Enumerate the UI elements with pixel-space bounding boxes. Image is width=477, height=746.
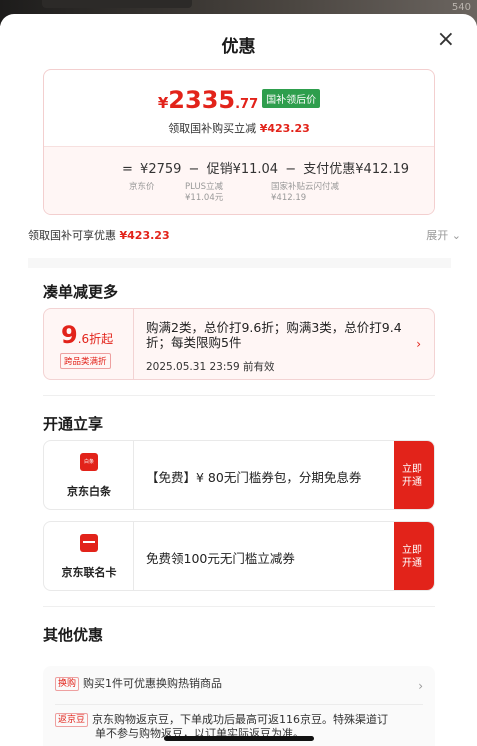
baitiao-card[interactable]: 白条 京东白条 【免费】¥ 80无门槛券包，分期免息券 立即 开通 xyxy=(43,440,435,510)
section-title-other: 其他优惠 xyxy=(43,626,104,644)
credit-card-stripe xyxy=(83,541,95,543)
open-baitiao-button[interactable]: 立即 开通 xyxy=(394,441,434,509)
price-formula: = ¥2759 − 促销¥11.04 − 支付优惠¥412.19 xyxy=(122,158,412,177)
section-title-open: 开通立享 xyxy=(43,415,104,433)
subsidy-subline: 领取国补购买立减 ¥423.23 xyxy=(44,120,434,136)
label-plus-line1: PLUS立减 xyxy=(185,182,224,192)
label-plus: PLUS立减 ¥11.04元 xyxy=(185,182,223,204)
formula-jd-price: ¥2759 xyxy=(140,162,182,177)
background-corner-text: 540 xyxy=(451,2,471,13)
cobrand-card[interactable]: 京东联名卡 免费领100元无门槛立减券 立即 开通 xyxy=(43,521,435,591)
jd-bean-line1: 京东购物返京豆，下单成功后最高可返116京豆。特殊渠道订 xyxy=(92,713,389,726)
jd-bean-tag: 返京豆 xyxy=(55,713,89,727)
open-button-line2: 开通 xyxy=(402,558,422,569)
price-summary-card: ¥2335.77 国补领后价 领取国补购买立减 ¥423.23 = ¥2759 −… xyxy=(43,69,435,215)
price-currency: ¥ xyxy=(157,94,169,112)
discount-integer: 9 xyxy=(61,321,78,349)
national-subsidy-amount: ¥423.23 xyxy=(119,229,170,242)
background-label-strip xyxy=(42,0,192,8)
formula-minus: − xyxy=(188,162,200,177)
discount-valid-date: 2025.05.31 23:59 前有效 xyxy=(146,361,275,373)
baitiao-logo: 白条 京东白条 xyxy=(44,441,134,509)
national-subsidy-row: 领取国补可享优惠 ¥423.23 xyxy=(28,227,170,243)
bundle-discount-card[interactable]: 9.6折起 跨品类满折 购满2类，总价打9.6折；购满3类，总价打9.4折；每类… xyxy=(43,308,435,380)
chevron-right-icon: › xyxy=(416,337,421,351)
formula-minus: − xyxy=(285,162,297,177)
expand-button[interactable]: 展开 ⌄ xyxy=(426,227,461,243)
price-decimal: .77 xyxy=(235,97,259,112)
baitiao-offer-text: 【免费】¥ 80无门槛券包，分期免息券 xyxy=(146,470,362,485)
national-subsidy-text: 领取国补可享优惠 xyxy=(28,229,116,242)
sheet-title: 优惠 xyxy=(221,37,256,57)
discount-description: 购满2类，总价打9.6折；购满3类，总价打9.4折；每类限购5件 xyxy=(146,320,402,350)
discount-suffix: .6折起 xyxy=(77,332,114,346)
section-gap xyxy=(28,258,451,268)
open-button-line1: 立即 xyxy=(402,464,422,475)
divider xyxy=(43,606,435,607)
discount-badge: 9.6折起 跨品类满折 xyxy=(44,309,134,379)
section-title-bundle: 凑单减更多 xyxy=(43,283,119,301)
price-card-top: ¥2335.77 国补领后价 领取国补购买立减 ¥423.23 xyxy=(44,70,434,146)
label-national-line1: 国家补贴云闪付减 xyxy=(271,182,340,192)
cobrand-name: 京东联名卡 xyxy=(61,566,117,579)
label-jd-price: 京东价 xyxy=(129,182,155,192)
baitiao-icon: 白条 xyxy=(80,453,98,471)
subsidy-price-tag: 国补领后价 xyxy=(262,89,321,108)
subsidy-subline-text: 领取国补购买立减 xyxy=(168,122,257,135)
cross-category-chip: 跨品类满折 xyxy=(60,353,111,369)
trade-in-tag: 换购 xyxy=(55,677,80,691)
other-offers-card: 换购 购买1件可优惠换购热销商品 › 返京豆 京东购物返京豆，下单成功后最高可返11… xyxy=(43,666,435,746)
open-cobrand-button[interactable]: 立即 开通 xyxy=(394,522,434,590)
trade-in-text: 购买1件可优惠换购热销商品 xyxy=(83,677,223,690)
price-breakdown: = ¥2759 − 促销¥11.04 − 支付优惠¥412.19 京东价 PLU… xyxy=(44,146,434,214)
label-plus-line2: ¥11.04元 xyxy=(185,193,224,203)
baitiao-name: 京东白条 xyxy=(67,485,111,498)
final-price: ¥2335.77 国补领后价 xyxy=(44,86,434,114)
close-icon[interactable]: × xyxy=(437,29,455,51)
credit-card-icon xyxy=(80,534,98,552)
open-button-line2: 开通 xyxy=(402,477,422,488)
price-integer: 2335 xyxy=(168,86,236,114)
discount-sheet: 优惠 × ¥2335.77 国补领后价 领取国补购买立减 ¥423.23 = ¥2… xyxy=(0,14,477,746)
baitiao-icon-text: 白条 xyxy=(83,459,94,465)
divider xyxy=(43,395,435,396)
formula-pay: 支付优惠¥412.19 xyxy=(303,162,410,177)
discount-value: 9.6折起 xyxy=(61,321,113,349)
row-separator xyxy=(55,704,423,705)
cobrand-logo: 京东联名卡 xyxy=(44,522,134,590)
label-national-line2: ¥412.19 xyxy=(271,193,307,203)
cobrand-offer-text: 免费领100元无门槛立减券 xyxy=(146,551,295,566)
open-button-line1: 立即 xyxy=(402,545,422,556)
chevron-right-icon[interactable]: › xyxy=(418,679,423,693)
subsidy-subline-amount: ¥423.23 xyxy=(259,122,310,135)
formula-promo: 促销¥11.04 xyxy=(206,162,279,177)
home-indicator[interactable] xyxy=(164,736,314,741)
formula-equals: = xyxy=(122,162,133,177)
trade-in-row[interactable]: 换购 购买1件可优惠换购热销商品 xyxy=(55,677,222,691)
label-national: 国家补贴云闪付减 ¥412.19 xyxy=(271,182,339,204)
